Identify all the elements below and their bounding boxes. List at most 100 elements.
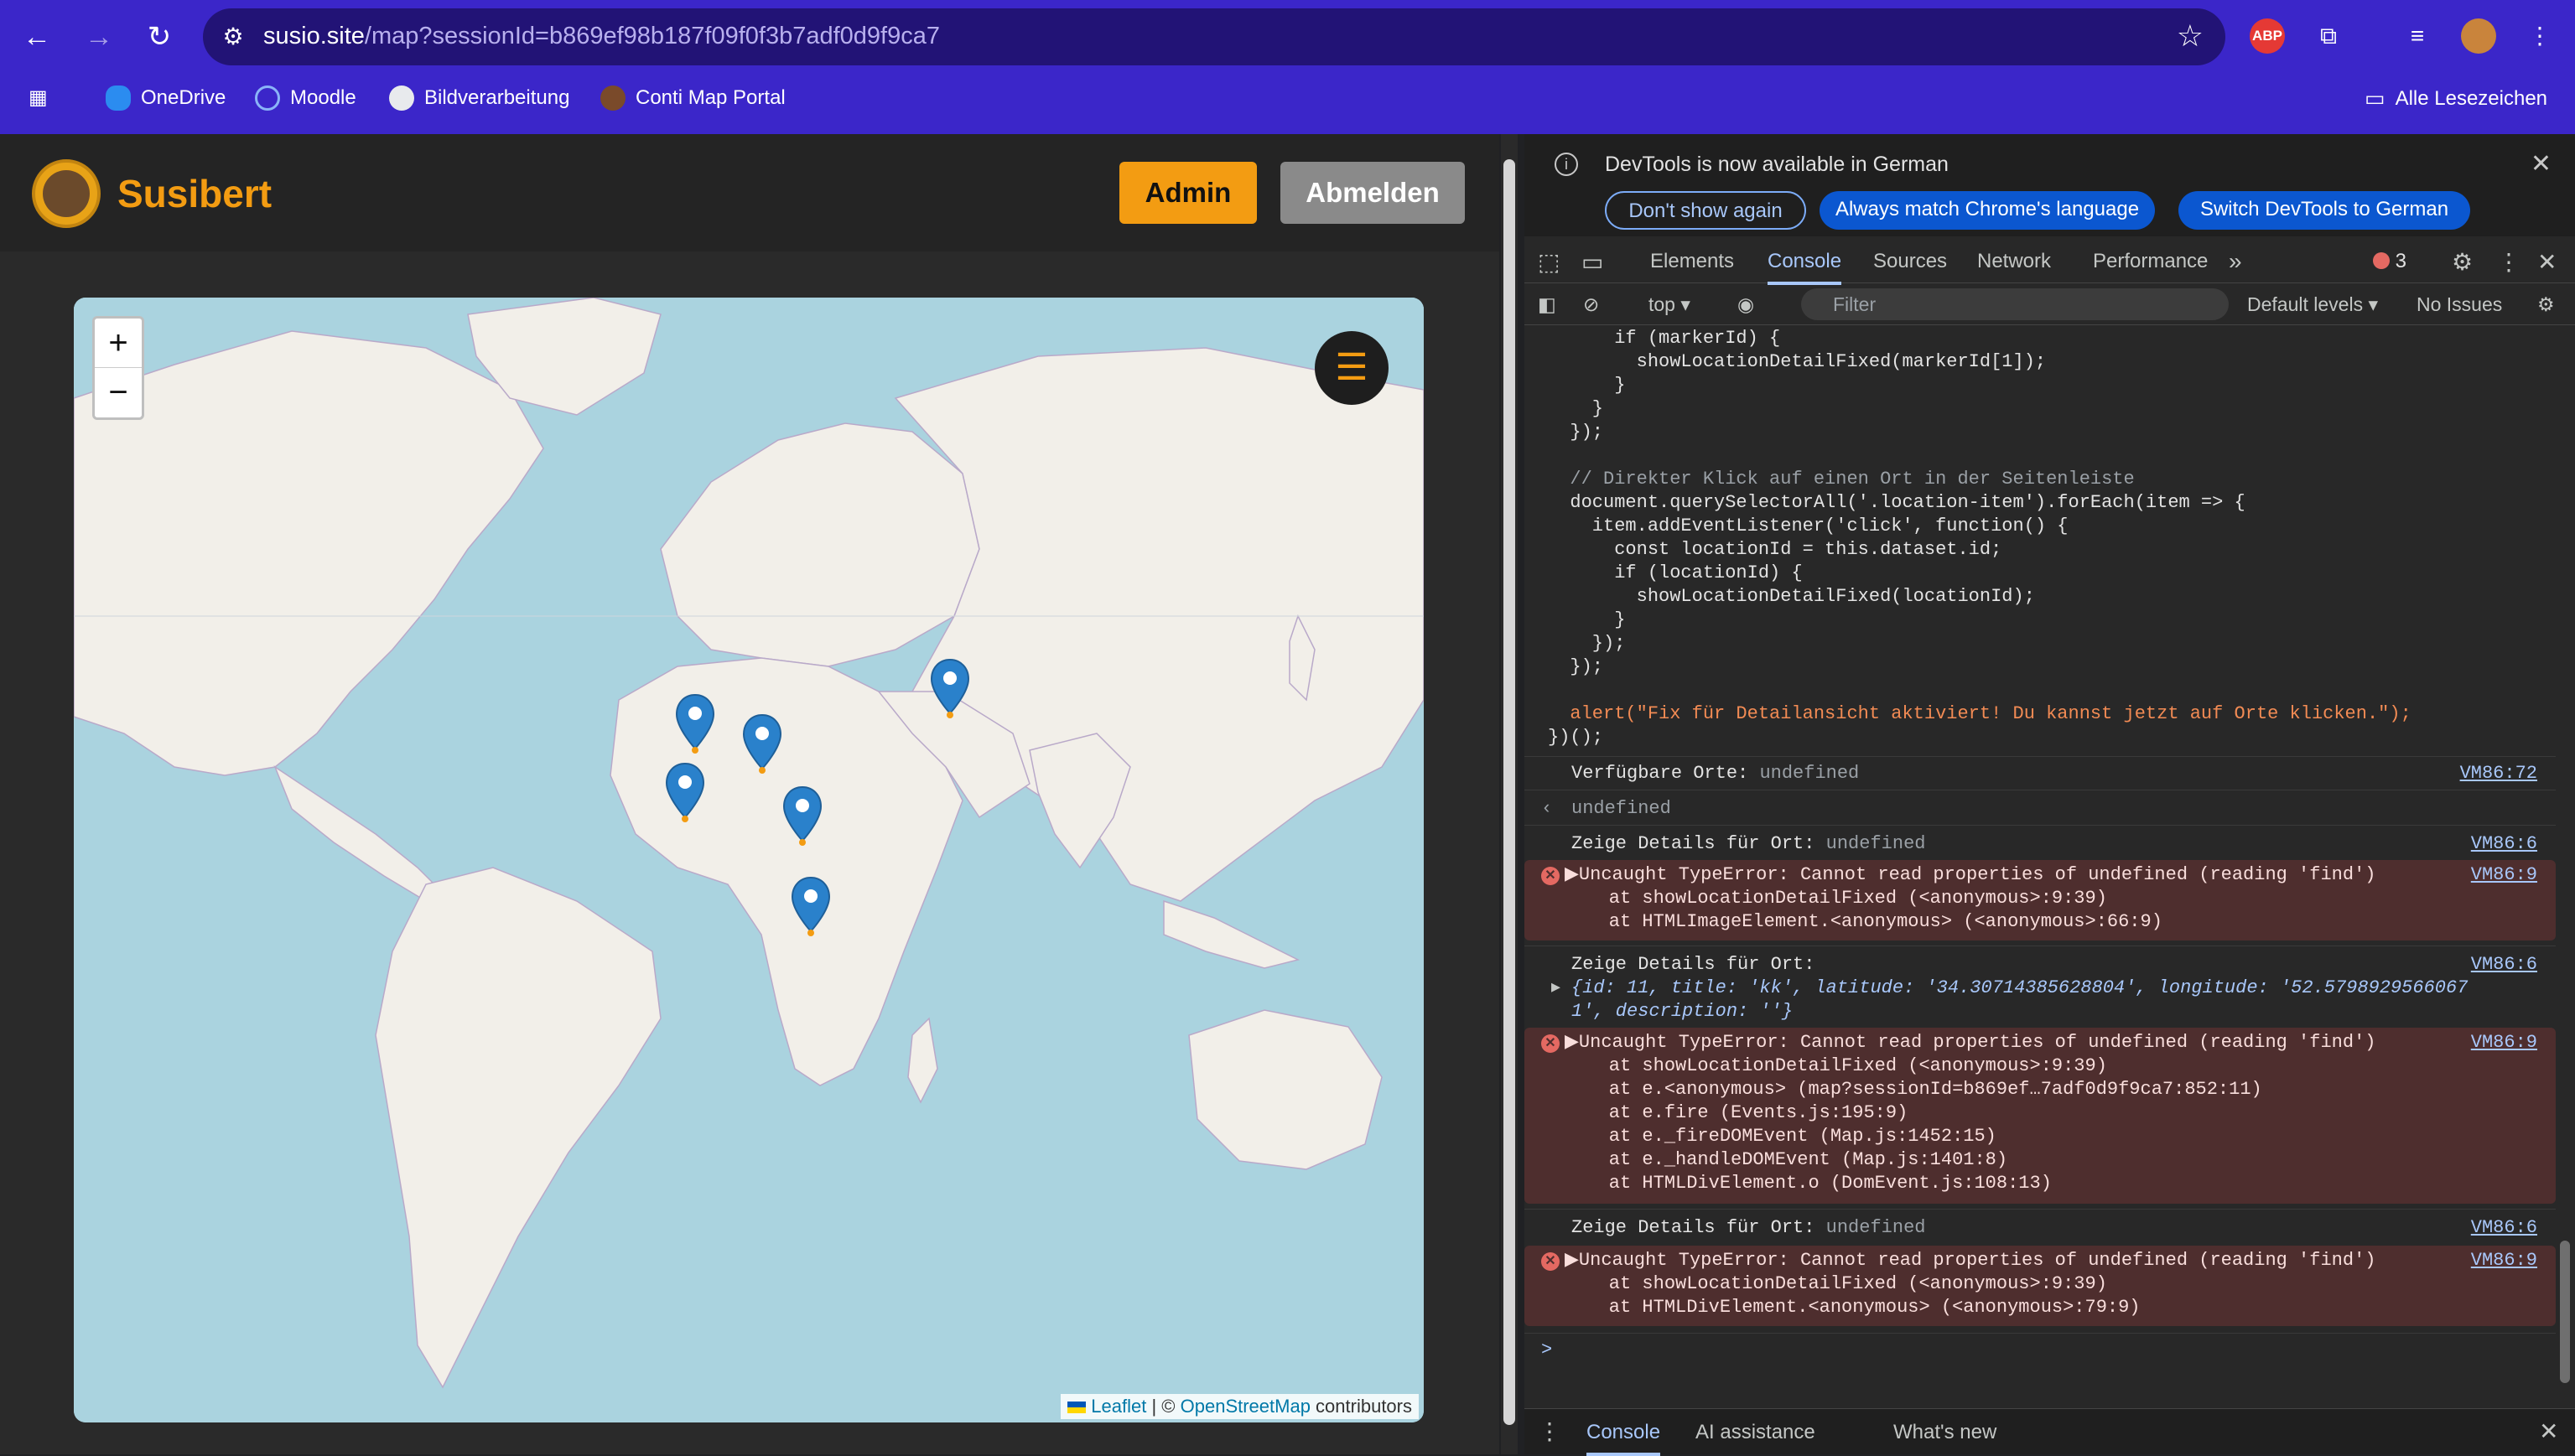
error-counter[interactable]: 3 xyxy=(2373,250,2406,273)
drawer-tab-whats-new[interactable]: What's new xyxy=(1893,1421,1996,1444)
openstreetmap-link[interactable]: OpenStreetMap xyxy=(1181,1396,1311,1417)
media-control-icon[interactable]: ≡ xyxy=(2400,18,2435,54)
console-filter-input[interactable]: Filter xyxy=(1801,288,2229,320)
console-error-row[interactable]: ✕ ▶Uncaught TypeError: Cannot read prope… xyxy=(1524,1246,2556,1326)
issues-button[interactable]: No Issues xyxy=(2417,293,2502,316)
apps-grid-icon[interactable]: ▦ xyxy=(29,85,48,110)
source-link[interactable]: VM86:72 xyxy=(2460,762,2537,785)
console-object-row[interactable]: Zeige Details für Ort: VM86:6 ▸ {id: 11,… xyxy=(1524,946,2556,1022)
map-marker-algeria-east[interactable] xyxy=(741,713,783,774)
live-expression-eye-icon[interactable]: ◉ xyxy=(1737,293,1754,316)
context-selector[interactable]: top ▾ xyxy=(1648,293,1690,316)
expand-triangle-icon[interactable]: ▸ xyxy=(1551,977,1560,1000)
more-tabs-icon[interactable]: » xyxy=(2229,248,2242,275)
close-infobar-icon[interactable]: ✕ xyxy=(2531,149,2552,179)
folder-icon: ▭ xyxy=(2365,85,2386,111)
site-settings-icon[interactable]: ⚙ xyxy=(218,22,248,52)
source-link[interactable]: VM86:9 xyxy=(2471,863,2537,887)
reload-icon[interactable]: ↻ xyxy=(141,18,178,55)
logout-button[interactable]: Abmelden xyxy=(1280,162,1465,224)
bookmark-bildverarbeitung[interactable]: Bildverarbeitung xyxy=(389,85,569,111)
console-output[interactable]: if (markerId) { showLocationDetailFixed(… xyxy=(1524,327,2556,1391)
bookmark-onedrive[interactable]: OneDrive xyxy=(106,85,226,111)
tab-performance[interactable]: Performance xyxy=(2093,250,2208,273)
all-bookmarks[interactable]: ▭ Alle Lesezeichen xyxy=(2365,85,2547,111)
bookmark-moodle[interactable]: Moodle xyxy=(255,85,356,111)
code-line: }); xyxy=(1548,633,1626,654)
leaflet-map[interactable]: + − ☰ Leaflet | © OpenStreetMap contribu… xyxy=(74,298,1424,1422)
web-page: Susibert Admin Abmelden + − ☰ Leaflet | … xyxy=(0,134,1499,1454)
source-link[interactable]: VM86:9 xyxy=(2471,1249,2537,1272)
console-settings-icon[interactable]: ⚙ xyxy=(2537,293,2555,316)
drawer-tab-ai-assistance[interactable]: AI assistance xyxy=(1695,1421,1815,1444)
console-log-row: Zeige Details für Ort: undefined VM86:6 xyxy=(1524,825,2556,860)
close-devtools-icon[interactable]: ✕ xyxy=(2537,248,2557,276)
sidebar-toggle-icon[interactable]: ◧ xyxy=(1538,293,1556,316)
code-line: if (markerId) { xyxy=(1548,328,1781,349)
source-link[interactable]: VM86:9 xyxy=(2471,1031,2537,1054)
match-language-button[interactable]: Always match Chrome's language xyxy=(1820,191,2155,230)
devtools-menu-icon[interactable]: ⋮ xyxy=(2497,248,2520,276)
tab-elements[interactable]: Elements xyxy=(1650,250,1734,273)
drawer-menu-icon[interactable]: ⋮ xyxy=(1538,1417,1561,1445)
console-scrollbar[interactable] xyxy=(2557,327,2572,1391)
console-prompt[interactable]: > xyxy=(1524,1333,2556,1366)
dont-show-again-button[interactable]: Don't show again xyxy=(1605,191,1806,230)
brand-logo[interactable] xyxy=(32,159,101,228)
url-text[interactable]: susio.site/map?sessionId=b869ef98b187f09… xyxy=(263,23,940,50)
tab-network[interactable]: Network xyxy=(1977,250,2051,273)
clear-console-icon[interactable]: ⊘ xyxy=(1583,293,1599,316)
zoom-out-button[interactable]: − xyxy=(95,368,142,417)
map-marker-iran[interactable] xyxy=(929,658,971,718)
bookmark-star-icon[interactable]: ☆ xyxy=(2177,18,2204,54)
source-link[interactable]: VM86:6 xyxy=(2471,1216,2537,1240)
onedrive-icon xyxy=(106,85,131,111)
switch-to-german-button[interactable]: Switch DevTools to German xyxy=(2178,191,2470,230)
console-log-row: Zeige Details für Ort: undefined VM86:6 xyxy=(1524,1209,2556,1244)
map-marker-mali[interactable] xyxy=(664,762,706,822)
zoom-control: + − xyxy=(92,316,144,420)
console-log-row: Verfügbare Orte: undefined VM86:72 xyxy=(1524,756,2556,790)
log-levels-dropdown[interactable]: Default levels ▾ xyxy=(2247,293,2378,316)
map-marker-congo[interactable] xyxy=(790,876,832,936)
brand-name[interactable]: Susibert xyxy=(117,171,272,216)
inspect-element-icon[interactable]: ⬚ xyxy=(1538,248,1560,276)
forward-arrow-icon[interactable]: → xyxy=(80,18,117,55)
code-line: item.addEventListener('click', function(… xyxy=(1548,516,2069,536)
map-marker-chad[interactable] xyxy=(781,785,823,846)
map-attribution: Leaflet | © OpenStreetMap contributors xyxy=(1061,1394,1419,1419)
info-icon: i xyxy=(1555,153,1578,176)
code-line: showLocationDetailFixed(locationId); xyxy=(1548,586,2035,607)
device-toolbar-icon[interactable]: ▭ xyxy=(1581,248,1603,276)
bookmark-conti-map-portal[interactable]: Conti Map Portal xyxy=(600,85,786,111)
admin-button[interactable]: Admin xyxy=(1119,162,1257,224)
extensions-puzzle-icon[interactable]: ⧉ xyxy=(2311,18,2346,54)
address-bar[interactable]: ⚙ susio.site/map?sessionId=b869ef98b187f… xyxy=(203,8,2225,65)
code-line: })(); xyxy=(1548,727,1604,748)
tab-sources[interactable]: Sources xyxy=(1873,250,1947,273)
close-drawer-icon[interactable]: ✕ xyxy=(2539,1417,2558,1445)
profile-avatar[interactable] xyxy=(2461,18,2496,54)
console-error-row[interactable]: ✕ ▶Uncaught TypeError: Cannot read prope… xyxy=(1524,860,2556,940)
drawer-tab-console[interactable]: Console xyxy=(1586,1421,1661,1456)
console-error-row[interactable]: ✕ ▶Uncaught TypeError: Cannot read prope… xyxy=(1524,1028,2556,1204)
globe-icon xyxy=(389,85,414,111)
chrome-menu-icon[interactable]: ⋮ xyxy=(2522,18,2557,54)
map-marker-algeria-west[interactable] xyxy=(674,693,716,754)
back-arrow-icon[interactable]: ← xyxy=(18,18,55,55)
code-line: }); xyxy=(1548,656,1604,677)
tab-console[interactable]: Console xyxy=(1768,250,1842,285)
app-header: Susibert Admin Abmelden xyxy=(0,134,1499,251)
source-link[interactable]: VM86:6 xyxy=(2471,953,2537,977)
settings-gear-icon[interactable]: ⚙ xyxy=(2452,248,2473,276)
zoom-in-button[interactable]: + xyxy=(95,319,142,368)
ukraine-flag-icon xyxy=(1067,1402,1087,1413)
adblock-extension-icon[interactable]: ABP xyxy=(2250,18,2285,54)
world-map-tiles xyxy=(74,298,1424,1422)
code-line: }); xyxy=(1548,422,1604,443)
hamburger-menu-icon[interactable]: ☰ xyxy=(1315,331,1389,405)
page-scrollbar[interactable] xyxy=(1501,134,1518,1454)
code-line: document.querySelectorAll('.location-ite… xyxy=(1548,492,2245,513)
leaflet-link[interactable]: Leaflet xyxy=(1091,1396,1146,1417)
source-link[interactable]: VM86:6 xyxy=(2471,832,2537,856)
